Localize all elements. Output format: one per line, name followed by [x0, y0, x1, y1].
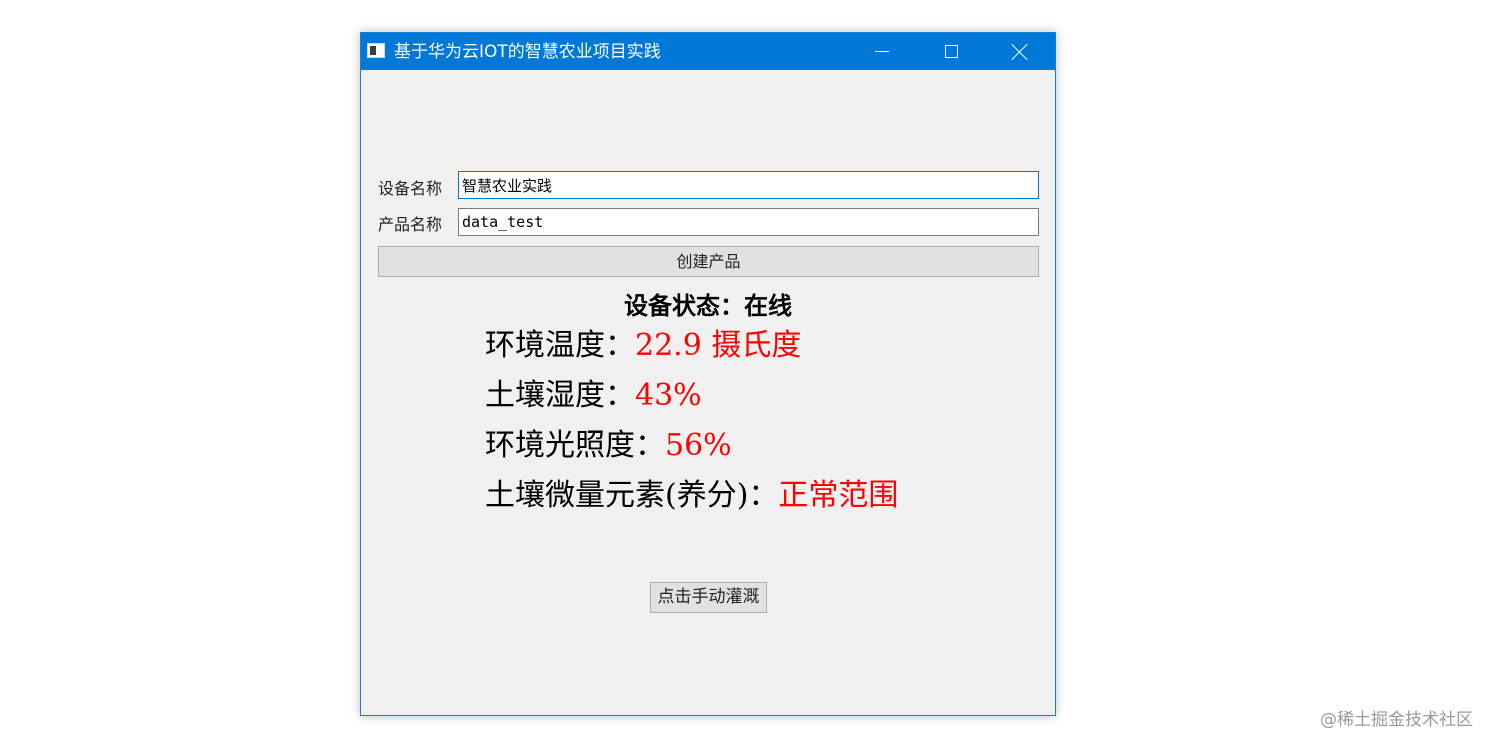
reading-value: 22.9 摄氏度: [635, 328, 802, 363]
product-name-label: 产品名称: [378, 215, 443, 234]
reading-label: 土壤湿度：: [485, 378, 635, 413]
watermark: @稀土掘金技术社区: [1320, 710, 1473, 730]
reading-light: 环境光照度：56%: [485, 428, 732, 464]
close-button[interactable]: [985, 33, 1055, 70]
minimize-icon: [875, 51, 889, 52]
app-window-icon: [367, 43, 385, 58]
app-window: 基于华为云IOT的智慧农业项目实践 设备名称 产品名称 创建产品 设备状态：在线…: [360, 32, 1056, 716]
title-bar[interactable]: 基于华为云IOT的智慧农业项目实践: [361, 33, 1055, 70]
reading-temperature: 环境温度：22.9 摄氏度: [485, 328, 801, 364]
minimize-button[interactable]: [846, 33, 916, 70]
reading-value: 56%: [665, 428, 732, 463]
maximize-icon: [945, 45, 958, 58]
window-title: 基于华为云IOT的智慧农业项目实践: [394, 42, 661, 62]
maximize-button[interactable]: [916, 33, 986, 70]
close-icon: [1011, 43, 1029, 61]
reading-label: 环境温度：: [485, 328, 635, 363]
reading-soil-moisture: 土壤湿度：43%: [485, 378, 702, 414]
product-name-input[interactable]: [458, 208, 1039, 236]
reading-value: 43%: [635, 378, 702, 413]
device-name-input[interactable]: [458, 171, 1039, 199]
reading-label: 土壤微量元素(养分)：: [485, 478, 779, 513]
reading-value: 正常范围: [778, 478, 899, 513]
device-status: 设备状态：在线: [624, 291, 792, 320]
reading-soil-nutrients: 土壤微量元素(养分)：正常范围: [485, 478, 898, 514]
device-name-label: 设备名称: [378, 179, 443, 198]
create-product-button[interactable]: 创建产品: [378, 246, 1039, 277]
reading-label: 环境光照度：: [485, 428, 665, 463]
manual-irrigation-button[interactable]: 点击手动灌溉: [650, 582, 767, 613]
